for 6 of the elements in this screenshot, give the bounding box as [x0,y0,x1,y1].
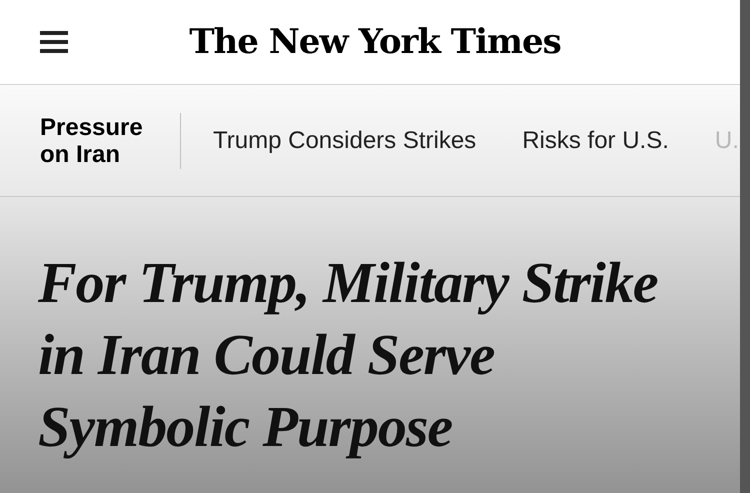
headline: For Trump, Military Strike in Iran Could Serve Symbolic Purpose [38,249,659,461]
topic-link[interactable]: Risks for U.S. [522,122,669,158]
menu-icon[interactable] [40,31,68,53]
site-logo[interactable]: The New York Times [189,16,561,68]
topic-link[interactable]: Trump Considers Strikes [213,122,476,158]
topic-title[interactable]: Pressure on Iran [40,114,152,168]
